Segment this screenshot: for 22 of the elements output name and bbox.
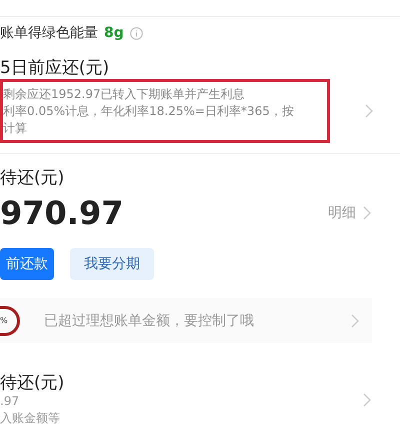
chevron-icon [364,104,374,118]
pending-title: 待还(元) [0,168,66,188]
chevron-icon [362,206,372,220]
detail-link[interactable]: 明细 [328,204,372,222]
chevron-icon [362,393,372,407]
next-bill-amount: .97 [0,393,20,410]
interest-note-line: 计算 [3,120,27,137]
progress-ring: % [0,306,20,336]
energy-amount: 8g [104,25,124,42]
tip-text: 已超过理想账单金额，要控制了哦 [44,312,255,330]
chevron-icon [350,314,360,328]
interest-note-line: 利率0.05%计息，年化利率18.25%=日利率*365，按 [3,103,294,120]
next-bill-note: 入账金额等 [0,410,61,427]
repay-button[interactable]: 前还款 [0,248,54,280]
tip-banner[interactable]: % 已超过理想账单金额，要控制了哦 [0,298,372,343]
due-title: 5日前应还(元) [0,58,110,78]
installment-button[interactable]: 我要分期 [70,248,154,280]
next-bill-title: 待还(元) [0,373,64,393]
interest-note-line: 剩余应还1952.97已转入下期账单并产生利息 [3,86,245,103]
pending-amount: 970.97 [0,194,124,232]
energy-label: 账单得绿色能量 [0,24,98,42]
info-icon [130,26,143,40]
